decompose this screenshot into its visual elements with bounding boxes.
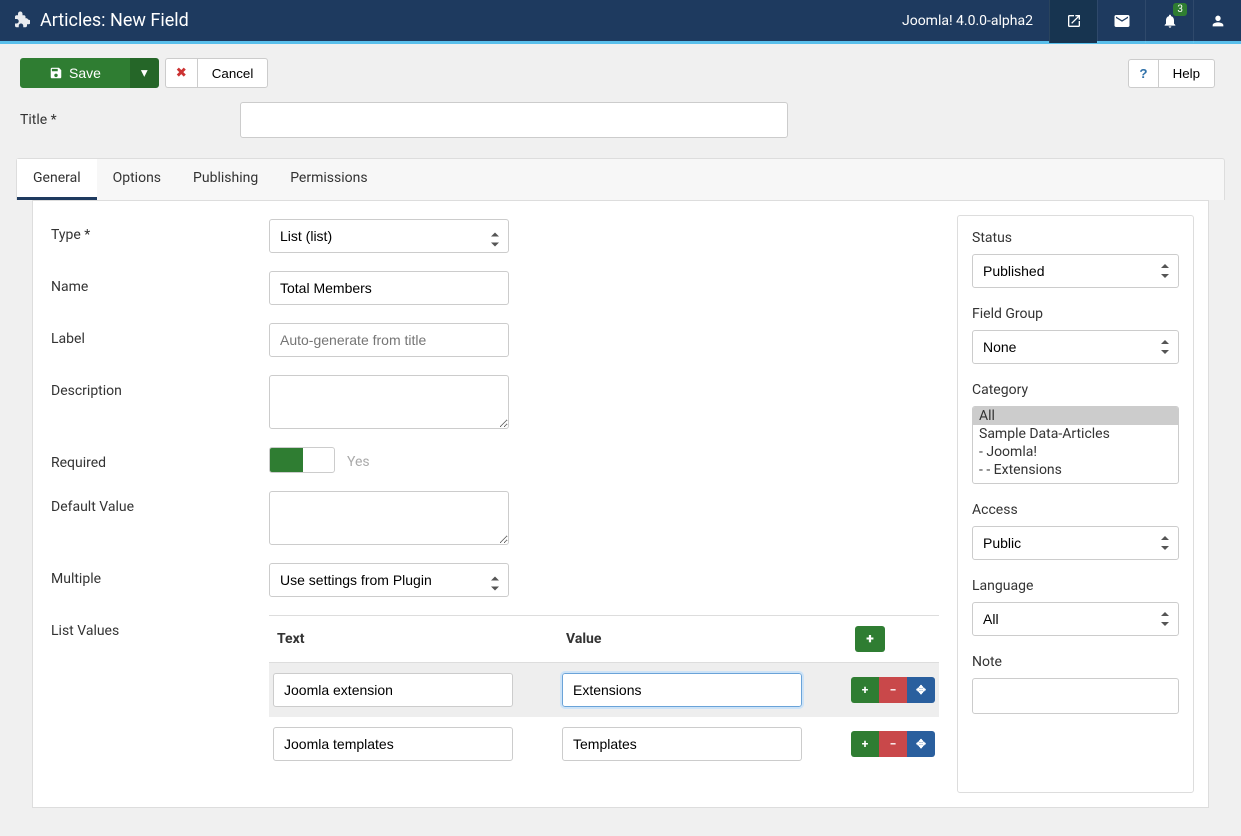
default-value-label: Default Value: [51, 491, 269, 515]
note-input[interactable]: [972, 678, 1179, 714]
required-toggle[interactable]: [269, 447, 335, 473]
tab-options[interactable]: Options: [97, 159, 177, 200]
save-dropdown-button[interactable]: ▾: [130, 58, 159, 88]
name-label: Name: [51, 271, 269, 295]
label-input[interactable]: [269, 323, 509, 357]
field-group-select[interactable]: None: [972, 330, 1179, 364]
description-label: Description: [51, 375, 269, 399]
cancel-button[interactable]: Cancel: [197, 58, 269, 88]
multiple-label: Multiple: [51, 563, 269, 587]
status-label: Status: [972, 230, 1179, 246]
access-label: Access: [972, 502, 1179, 518]
row-remove-button[interactable]: −: [879, 677, 907, 703]
title-input[interactable]: [240, 102, 788, 138]
category-item[interactable]: Sample Data-Articles: [973, 425, 1178, 443]
mail-button[interactable]: [1097, 0, 1145, 43]
category-label: Category: [972, 382, 1179, 398]
row-add-button[interactable]: +: [851, 677, 879, 703]
version-text: Joomla! 4.0.0-alpha2: [886, 13, 1049, 29]
language-label: Language: [972, 578, 1179, 594]
puzzle-icon: [12, 10, 30, 32]
notification-badge: 3: [1173, 3, 1187, 16]
note-label: Note: [972, 654, 1179, 670]
save-label: Save: [69, 65, 101, 81]
list-row: + − ✥: [269, 663, 939, 718]
row-move-button[interactable]: ✥: [907, 731, 935, 757]
row-add-button[interactable]: +: [851, 731, 879, 757]
row-move-button[interactable]: ✥: [907, 677, 935, 703]
description-textarea[interactable]: [269, 375, 509, 429]
list-th-value: Value: [558, 616, 847, 663]
list-row: + − ✥: [269, 717, 939, 771]
topbar: Articles: New Field Joomla! 4.0.0-alpha2…: [0, 0, 1241, 44]
title-row: Title *: [0, 96, 1241, 158]
multiple-select[interactable]: Use settings from Plugin: [269, 563, 509, 597]
save-button[interactable]: Save: [20, 58, 130, 88]
type-select[interactable]: List (list): [269, 219, 509, 253]
title-label: Title *: [20, 112, 240, 128]
list-th-text: Text: [269, 616, 558, 663]
type-label: Type *: [51, 219, 269, 243]
notifications-button[interactable]: 3: [1145, 0, 1193, 43]
user-button[interactable]: [1193, 0, 1241, 43]
tabs: General Options Publishing Permissions: [16, 158, 1225, 200]
access-select[interactable]: Public: [972, 526, 1179, 560]
help-q-button[interactable]: ?: [1128, 59, 1157, 88]
category-item[interactable]: - Joomla!: [973, 443, 1178, 461]
list-values-table: Text Value + + −: [269, 615, 939, 771]
label-label: Label: [51, 323, 269, 347]
list-text-input[interactable]: [273, 727, 513, 761]
list-text-input[interactable]: [273, 673, 513, 707]
list-add-button[interactable]: +: [855, 626, 885, 652]
list-value-input[interactable]: [562, 727, 802, 761]
status-select[interactable]: Published: [972, 254, 1179, 288]
external-link-button[interactable]: [1049, 0, 1097, 43]
content-area: Type * List (list) Name Label Descriptio…: [32, 200, 1209, 808]
field-group-label: Field Group: [972, 306, 1179, 322]
name-input[interactable]: [269, 271, 509, 305]
default-value-textarea[interactable]: [269, 491, 509, 545]
row-remove-button[interactable]: −: [879, 731, 907, 757]
main-form: Type * List (list) Name Label Descriptio…: [33, 201, 953, 807]
help-button[interactable]: Help: [1158, 59, 1215, 88]
category-list[interactable]: All Sample Data-Articles - Joomla! - - E…: [972, 406, 1179, 484]
required-label: Required: [51, 447, 269, 471]
category-item[interactable]: All: [973, 407, 1178, 425]
tab-permissions[interactable]: Permissions: [274, 159, 383, 200]
sidebar: Status Published Field Group None Catego…: [957, 215, 1194, 793]
toolbar: Save ▾ ✖ Cancel ? Help: [0, 44, 1241, 96]
tab-publishing[interactable]: Publishing: [177, 159, 274, 200]
page-title: Articles: New Field: [40, 10, 189, 31]
list-values-label: List Values: [51, 615, 269, 639]
cancel-x-button[interactable]: ✖: [165, 58, 197, 88]
required-text: Yes: [347, 450, 370, 470]
language-select[interactable]: All: [972, 602, 1179, 636]
category-item[interactable]: - - Extensions: [973, 461, 1178, 479]
tab-general[interactable]: General: [17, 159, 97, 200]
list-value-input[interactable]: [562, 673, 802, 707]
